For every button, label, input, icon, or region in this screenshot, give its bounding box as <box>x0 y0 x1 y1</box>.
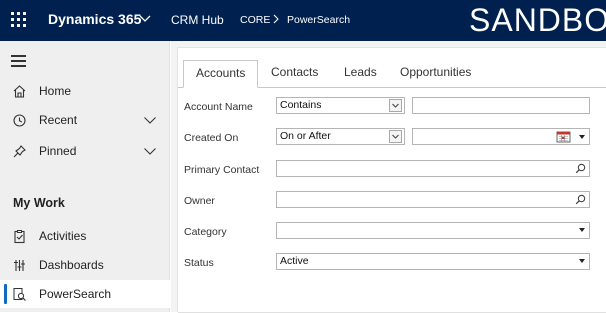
sidebar-item-label: Home <box>39 84 72 98</box>
home-icon <box>13 85 26 98</box>
main-content: Accounts Contacts Leads Opportunities Ac… <box>171 41 606 313</box>
app-launcher-icon[interactable] <box>10 11 26 27</box>
chevron-down-icon <box>392 134 399 139</box>
status-select[interactable]: Active <box>276 253 590 270</box>
tab-opportunities[interactable]: Opportunities <box>400 60 471 86</box>
calendar-icon[interactable] <box>556 131 571 143</box>
sidebar-item-label: Dashboards <box>39 258 104 272</box>
tab-label: Contacts <box>271 65 319 79</box>
chevron-down-icon[interactable] <box>579 135 585 139</box>
tab-leads[interactable]: Leads <box>344 60 377 86</box>
clipboard-icon <box>14 230 25 244</box>
dropdown-button[interactable] <box>389 99 402 112</box>
created-on-date-input[interactable] <box>412 128 590 145</box>
pin-icon <box>13 145 26 158</box>
search-panel: Accounts Contacts Leads Opportunities Ac… <box>177 47 606 313</box>
tab-contacts[interactable]: Contacts <box>271 60 318 86</box>
powersearch-icon <box>13 288 26 301</box>
dropdown-button[interactable] <box>389 130 402 143</box>
breadcrumb-core[interactable]: CORE <box>240 14 270 26</box>
search-icon[interactable] <box>575 163 586 174</box>
top-navigation-bar: Dynamics 365 CRM Hub CORE PowerSearch SA… <box>0 0 606 41</box>
chevron-right-icon <box>273 14 279 24</box>
created-on-label: Created On <box>184 132 239 144</box>
account-name-operator-select[interactable]: Contains <box>276 97 405 114</box>
created-on-operator-select[interactable]: On or After <box>276 128 405 145</box>
chevron-down-icon <box>579 228 585 232</box>
sidebar: Home Recent Pinned My Work Activities Da… <box>0 41 170 312</box>
breadcrumb-powersearch: PowerSearch <box>287 14 351 26</box>
chevron-down-icon <box>392 103 399 108</box>
primary-contact-label: Primary Contact <box>184 164 260 176</box>
owner-lookup[interactable] <box>276 191 590 208</box>
primary-contact-lookup[interactable] <box>276 160 590 177</box>
category-select[interactable] <box>276 222 590 239</box>
hamburger-menu-icon[interactable] <box>11 55 26 67</box>
sidebar-item-activities[interactable]: Activities <box>0 222 170 250</box>
sidebar-item-pinned[interactable]: Pinned <box>0 137 170 165</box>
tab-label: Accounts <box>196 66 246 80</box>
sidebar-item-label: Activities <box>39 229 87 243</box>
tab-accounts[interactable]: Accounts <box>183 60 259 88</box>
sidebar-item-label: Recent <box>39 113 78 127</box>
tab-label: Leads <box>344 65 377 79</box>
active-indicator <box>4 284 7 304</box>
account-name-label: Account Name <box>184 101 253 113</box>
sidebar-item-label: Pinned <box>39 144 77 158</box>
chevron-down-icon[interactable] <box>143 113 157 127</box>
sidebar-item-home[interactable]: Home <box>0 77 170 105</box>
chevron-down-icon[interactable] <box>138 11 152 25</box>
sidebar-item-powersearch[interactable]: PowerSearch <box>0 280 170 308</box>
search-icon[interactable] <box>575 194 586 205</box>
account-name-input[interactable] <box>412 97 590 114</box>
dashboard-icon <box>14 260 25 271</box>
sidebar-item-label: PowerSearch <box>39 287 112 301</box>
app-name[interactable]: Dynamics 365 <box>48 11 141 27</box>
sidebar-item-recent[interactable]: Recent <box>0 106 170 134</box>
tab-label: Opportunities <box>400 65 472 79</box>
clock-icon <box>13 114 26 127</box>
category-label: Category <box>184 226 227 238</box>
environment-label: SANDBOX <box>469 2 606 38</box>
sidebar-item-dashboards[interactable]: Dashboards <box>0 251 170 279</box>
chevron-down-icon[interactable] <box>143 144 157 158</box>
owner-label: Owner <box>184 195 215 207</box>
chevron-down-icon <box>579 259 585 263</box>
status-label: Status <box>184 257 214 269</box>
hub-name[interactable]: CRM Hub <box>171 13 224 27</box>
section-title-my-work: My Work <box>13 196 65 210</box>
